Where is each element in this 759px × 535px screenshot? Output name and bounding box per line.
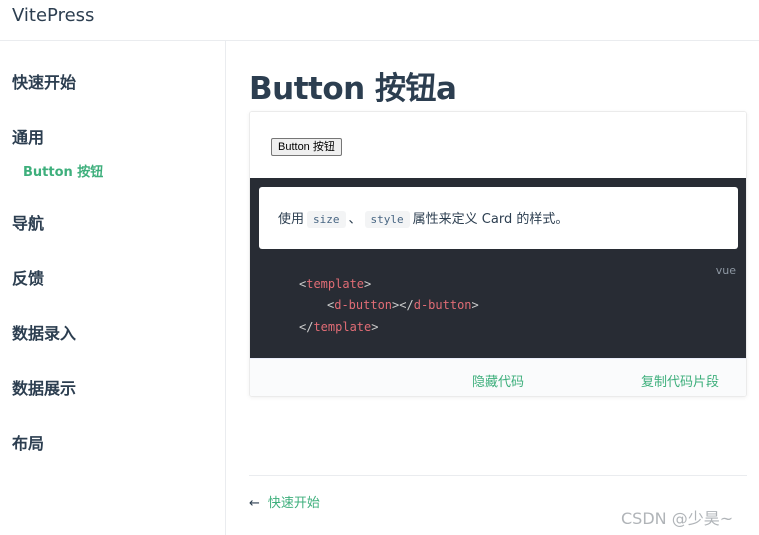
arrow-left-icon: ←: [249, 496, 260, 511]
code-line: <d-button></d-button>: [327, 298, 479, 312]
description-prefix: 使用: [278, 212, 305, 227]
sidebar-group-getting-started[interactable]: 快速开始: [12, 69, 76, 93]
prev-page-label: 快速开始: [267, 496, 320, 511]
code-language-label: vue: [715, 264, 736, 277]
sidebar-group-data-entry[interactable]: 数据录入: [12, 320, 76, 344]
prev-page-link[interactable]: ← 快速开始: [249, 492, 320, 511]
page-title: Button 按钮a: [249, 71, 457, 107]
description-card: 使用 size、 style 属性来定义 Card 的样式。: [259, 187, 738, 249]
code-panel: 使用 size、 style 属性来定义 Card 的样式。 vue <templat…: [250, 178, 746, 358]
watermark: CSDN @少昊~: [621, 509, 734, 528]
code-line: </template>: [299, 320, 379, 334]
description-text: 使用 size、 style 属性来定义 Card 的样式。: [278, 208, 568, 228]
demo-footer: 隐藏代码 复制代码片段: [250, 358, 746, 396]
sidebar-item-button[interactable]: Button 按钮: [23, 161, 103, 180]
sidebar-group-layout[interactable]: 布局: [12, 430, 44, 454]
sidebar-group-general[interactable]: 通用: [12, 124, 44, 148]
inline-code-size: size: [307, 211, 346, 228]
hide-code-button[interactable]: 隐藏代码: [472, 371, 524, 390]
sidebar-group-feedback[interactable]: 反馈: [12, 265, 44, 289]
navbar: VitePress: [0, 0, 759, 41]
demo-block: Button 按钮 使用 size、 style 属性来定义 Card 的样式。 vu…: [249, 111, 747, 397]
description-suffix: 属性来定义 Card 的样式。: [412, 212, 569, 227]
sidebar-group-navigation[interactable]: 导航: [12, 210, 44, 234]
demo-preview: Button 按钮: [250, 112, 746, 178]
sidebar: 快速开始 通用 Button 按钮 导航 反馈 数据录入 数据展示 布局: [0, 41, 226, 535]
demo-button[interactable]: Button 按钮: [271, 138, 342, 156]
description-separator: 、: [348, 212, 362, 227]
code-line: <template>: [299, 277, 372, 291]
site-title[interactable]: VitePress: [12, 5, 94, 26]
inline-code-style: style: [364, 211, 410, 228]
sidebar-group-data-display[interactable]: 数据展示: [12, 375, 76, 399]
copy-code-button[interactable]: 复制代码片段: [641, 371, 719, 390]
